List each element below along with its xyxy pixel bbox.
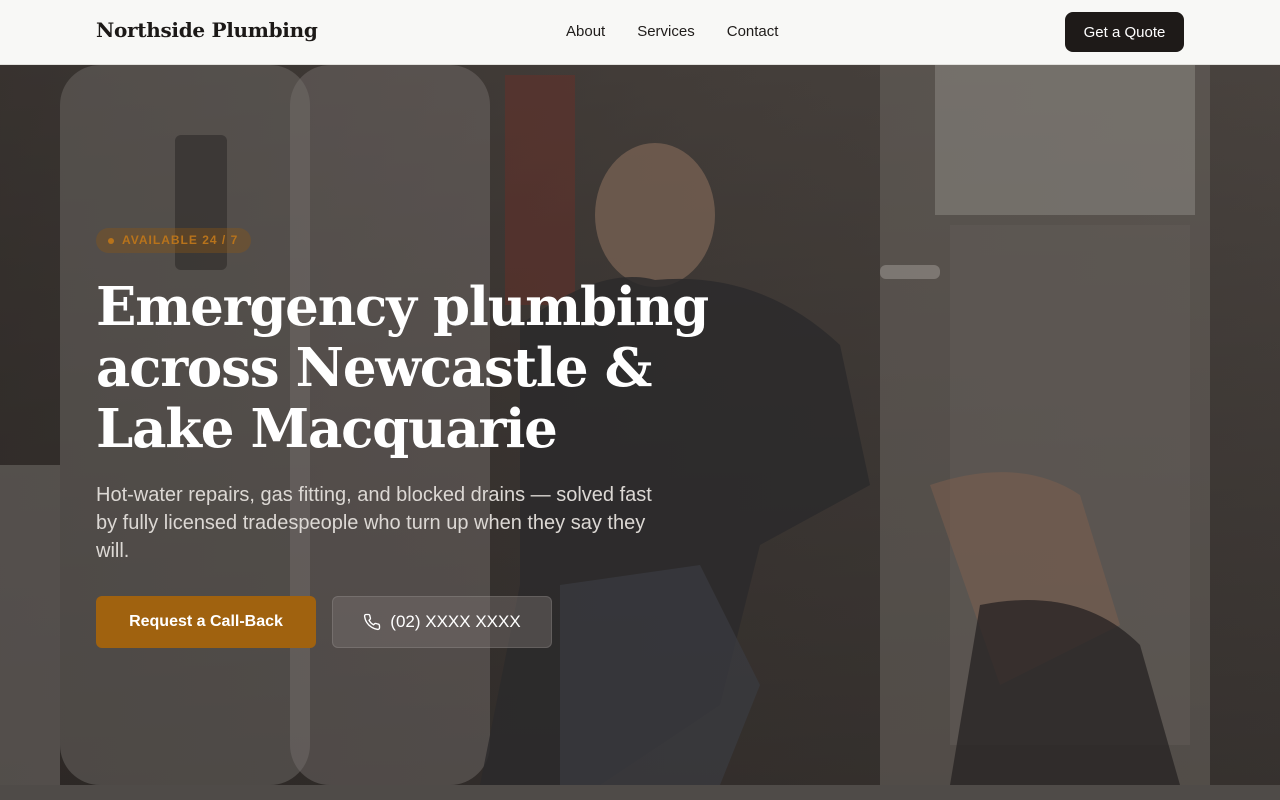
phone-call-button[interactable]: (02) XXXX XXXX xyxy=(332,596,552,648)
headline-line-3: Lake Macquarie xyxy=(96,398,558,460)
main-nav: About Services Contact xyxy=(566,22,778,42)
nav-services-link[interactable]: Services xyxy=(637,22,695,42)
get-quote-button[interactable]: Get a Quote xyxy=(1065,12,1184,52)
availability-badge: AVAILABLE 24 / 7 xyxy=(96,228,252,253)
hero-subtext: Hot-water repairs, gas fitting, and bloc… xyxy=(96,484,652,562)
phone-icon xyxy=(363,613,381,631)
headline-line-1: Emergency plumbing xyxy=(96,276,709,338)
nav-contact-link[interactable]: Contact xyxy=(727,22,779,42)
request-callback-button[interactable]: Request a Call-Back xyxy=(96,596,316,648)
headline-line-2: across Newcastle & xyxy=(96,337,652,399)
nav-about-link[interactable]: About xyxy=(566,22,605,42)
site-header: Northside Plumbing About Services Contac… xyxy=(0,0,1280,65)
next-section-edge xyxy=(0,785,1280,800)
status-dot-icon xyxy=(108,238,114,244)
availability-badge-label: AVAILABLE 24 / 7 xyxy=(122,233,239,247)
site-logo[interactable]: Northside Plumbing xyxy=(96,18,318,42)
phone-number-label: (02) XXXX XXXX xyxy=(390,612,521,631)
hero-section: AVAILABLE 24 / 7 Emergency plumbing acro… xyxy=(0,65,1280,785)
hero-headline: Emergency plumbing across Newcastle & La… xyxy=(96,277,756,460)
